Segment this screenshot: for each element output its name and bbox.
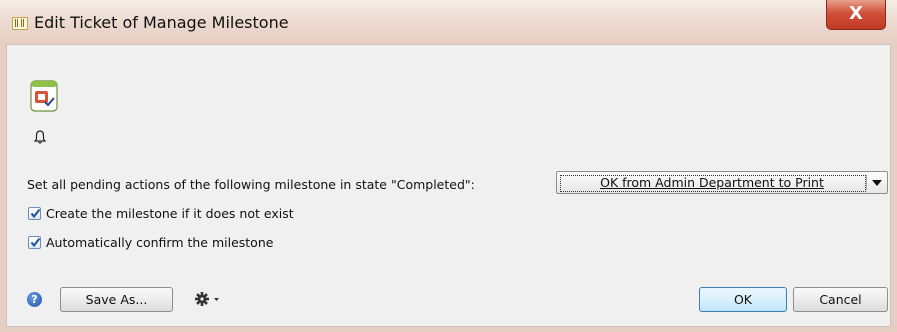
help-icon[interactable]: ? <box>27 292 42 307</box>
auto-confirm-option[interactable]: Automatically confirm the milestone <box>28 235 428 252</box>
pending-actions-label: Set all pending actions of the following… <box>27 177 475 192</box>
dialog-window: Edit Ticket of Manage Milestone X Set al… <box>0 0 897 332</box>
dropdown-separator <box>866 175 867 190</box>
gear-icon <box>195 292 209 306</box>
milestone-select-value: OK from Admin Department to Print <box>600 175 824 190</box>
milestone-calendar-icon <box>30 80 58 112</box>
chevron-down-icon <box>872 180 882 186</box>
gear-menu-button[interactable] <box>193 290 223 308</box>
title-bar[interactable]: Edit Ticket of Manage Milestone X <box>0 0 897 44</box>
auto-confirm-checkbox[interactable] <box>28 236 41 249</box>
create-milestone-option[interactable]: Create the milestone if it does not exis… <box>28 206 428 223</box>
ok-button[interactable]: OK <box>699 287 787 312</box>
milestone-select[interactable]: OK from Admin Department to Print <box>556 171 888 194</box>
close-button[interactable]: X <box>826 0 886 30</box>
create-milestone-label: Create the milestone if it does not exis… <box>46 206 294 221</box>
window-frame-right <box>891 44 897 332</box>
chevron-down-icon <box>214 298 219 301</box>
save-as-button[interactable]: Save As... <box>60 287 173 312</box>
bell-icon <box>33 130 47 144</box>
cancel-button[interactable]: Cancel <box>793 287 888 312</box>
ticket-icon <box>12 17 28 30</box>
create-milestone-checkbox[interactable] <box>28 207 41 220</box>
window-title: Edit Ticket of Manage Milestone <box>34 13 289 32</box>
window-frame-bottom <box>0 327 897 332</box>
auto-confirm-label: Automatically confirm the milestone <box>46 235 274 250</box>
